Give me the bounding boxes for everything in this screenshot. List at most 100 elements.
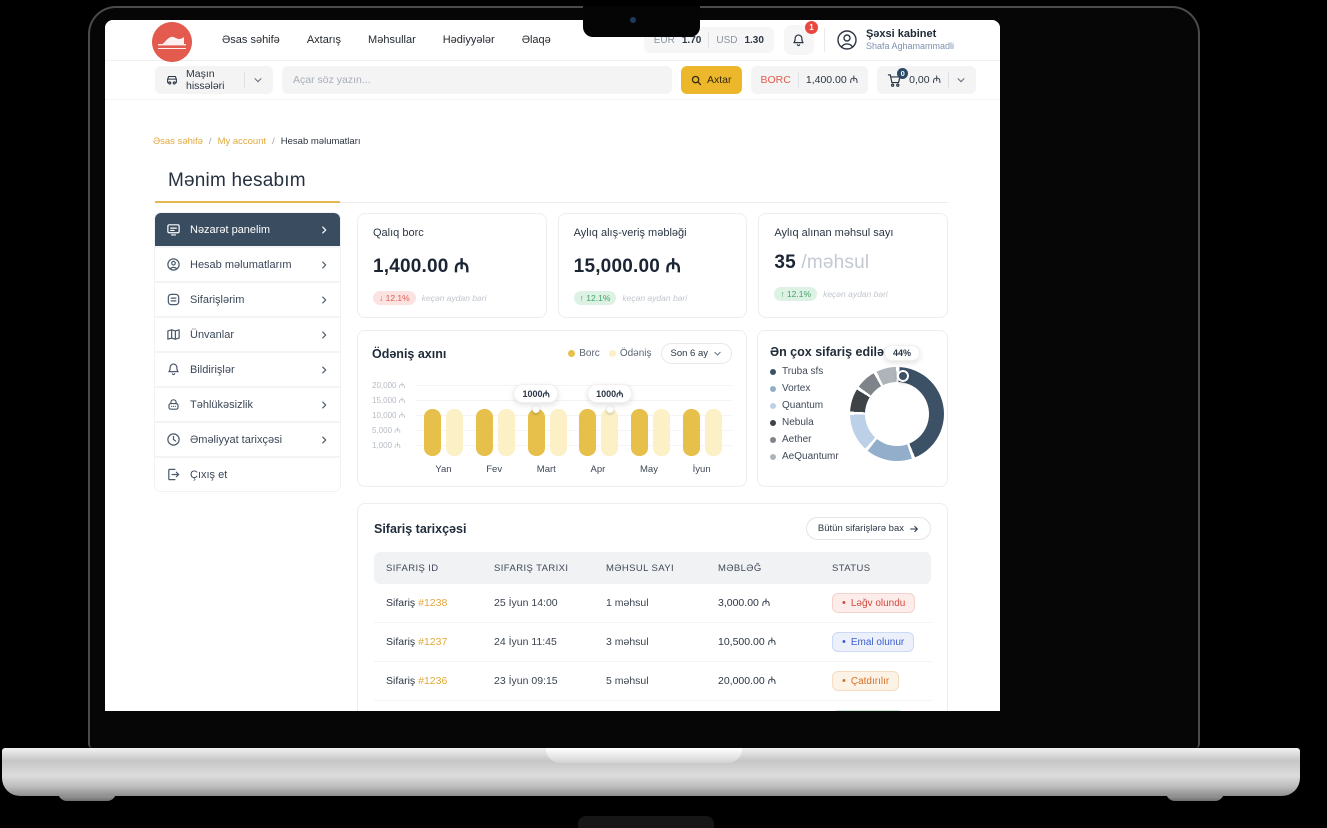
sidebar-item-account-info[interactable]: Hesab məlumatlarım xyxy=(155,248,340,283)
trend-up-badge: ↑ 12.1% xyxy=(774,287,817,301)
bar-Ödəniş[interactable] xyxy=(498,409,515,456)
stage-background: Əsas səhifə Axtarış Məhsullar Hədiyyələr… xyxy=(0,0,1327,828)
stat-unit: /məhsul xyxy=(801,252,869,273)
chevron-right-icon xyxy=(319,365,329,375)
order-date: 24 İyun 11:45 xyxy=(494,636,606,648)
chevron-right-icon xyxy=(319,260,329,270)
trend-down-badge: ↓ 12.1% xyxy=(373,291,416,305)
view-all-orders-button[interactable]: Bütün sifarişlərə bax xyxy=(806,517,931,540)
cart-widget[interactable]: 0 0,00 ₼ xyxy=(877,66,976,94)
account-menu[interactable]: Şəxsi kabinet Shafa Aghamammadli xyxy=(835,28,954,53)
sidebar-item-label: Bildirişlər xyxy=(190,364,235,376)
bar-marker-dot xyxy=(533,406,540,413)
bar-legend-dot xyxy=(568,350,575,357)
sidebar-item-addresses[interactable]: Ünvanlar xyxy=(155,318,340,353)
y-axis-tick: 10,000 ₼ xyxy=(372,410,416,421)
order-prefix: Sifariş xyxy=(386,675,415,687)
bar-Ödəniş[interactable]: 1000₼ xyxy=(601,409,618,456)
divider xyxy=(824,28,825,52)
sidebar-item-history[interactable]: Əməliyyat tarixçəsi xyxy=(155,423,340,458)
search-button[interactable]: Axtar xyxy=(681,66,742,94)
breadcrumb-home[interactable]: Əsas səhifə xyxy=(153,136,203,147)
sidebar-item-dashboard[interactable]: Nəzarət panelim xyxy=(155,213,340,248)
brand-logo[interactable] xyxy=(152,22,192,62)
sidebar-item-security[interactable]: Təhlükəsizlik xyxy=(155,388,340,423)
chevron-right-icon xyxy=(319,330,329,340)
webcam-icon xyxy=(630,17,636,23)
order-id-link[interactable]: #1237 xyxy=(418,636,447,648)
bar-Ödəniş[interactable] xyxy=(705,409,722,456)
chevron-down-icon[interactable] xyxy=(956,75,966,85)
order-id-link[interactable]: #1238 xyxy=(418,597,447,609)
map-icon xyxy=(166,327,181,342)
legend-item-borc: Borc xyxy=(568,348,600,359)
debt-indicator[interactable]: BORC 1,400.00 ₼ xyxy=(751,66,869,94)
bar-Borc[interactable]: 1000₼ xyxy=(528,409,545,456)
bar-Borc[interactable] xyxy=(631,409,648,456)
donut-legend-item: AeQuantumr xyxy=(770,448,839,465)
laptop-lid-groove xyxy=(546,748,742,763)
menu-item-gifts[interactable]: Hədiyyələr xyxy=(443,34,495,46)
bell-icon xyxy=(166,362,181,377)
table-row[interactable]: Sifariş #1237 24 İyun 11:45 3 məhsul 10,… xyxy=(374,623,931,662)
order-amount: 20,000.00 ₼ xyxy=(718,674,832,688)
bar-Borc[interactable] xyxy=(579,409,596,456)
donut-legend-item: Quantum xyxy=(770,397,839,414)
table-row[interactable]: Sifariş #1236 23 İyun 09:15 5 məhsul 20,… xyxy=(374,662,931,701)
status-badge-delivered xyxy=(832,710,904,711)
sidebar-item-logout[interactable]: Çıxış et xyxy=(155,458,340,491)
payment-flow-chart-card: Ödəniş axını Borc Ödəniş Son 6 ay xyxy=(357,330,747,487)
column-header: MƏHSUL SAYI xyxy=(606,563,718,574)
notifications-button[interactable]: 1 xyxy=(784,25,814,55)
donut-legend: Truba sfs Vortex Quantum Nebula Aether A… xyxy=(770,363,839,465)
stat-label: Qalıq borc xyxy=(373,227,531,239)
category-select[interactable]: Maşın hissələri xyxy=(155,66,273,94)
bar-groups: 1000₼ 1000₼ xyxy=(418,378,728,456)
menu-item-products[interactable]: Məhsullar xyxy=(368,34,416,46)
trend-up-badge: ↑ 12.1% xyxy=(574,291,617,305)
category-label: Maşın hissələri xyxy=(186,68,237,92)
order-amount: 10,500.00 ₼ xyxy=(718,635,832,649)
donut-hole xyxy=(865,382,929,446)
sidebar-item-notifications[interactable]: Bildirişlər xyxy=(155,353,340,388)
donut-ring[interactable] xyxy=(850,367,944,461)
search-input[interactable] xyxy=(282,66,672,94)
debt-amount: 1,400.00 ₼ xyxy=(806,73,858,87)
menu-item-contact[interactable]: Əlaqə xyxy=(522,34,551,46)
bar-Borc[interactable] xyxy=(683,409,700,456)
sidebar-item-orders[interactable]: Sifarişlərim xyxy=(155,283,340,318)
page-title: Mənim hesabım xyxy=(168,170,306,192)
donut-legend-dot xyxy=(770,437,776,443)
stat-note: keçən aydan bəri xyxy=(622,293,687,303)
bar-group xyxy=(476,409,515,456)
menu-item-search[interactable]: Axtarış xyxy=(307,34,341,46)
breadcrumb-separator: / xyxy=(209,136,212,147)
y-axis-tick: 5,000 ₼ xyxy=(372,425,416,436)
table-row-partial[interactable] xyxy=(374,701,931,711)
chevron-right-icon xyxy=(319,400,329,410)
table-row[interactable]: Sifariş #1238 25 İyun 14:00 1 məhsul 3,0… xyxy=(374,584,931,623)
bar-Ödəniş[interactable] xyxy=(446,409,463,456)
donut-tooltip: 44% xyxy=(884,345,920,361)
bar-Ödəniş[interactable] xyxy=(653,409,670,456)
period-filter-dropdown[interactable]: Son 6 ay xyxy=(661,343,733,364)
menu-item-home[interactable]: Əsas səhifə xyxy=(222,34,280,46)
chevron-down-icon xyxy=(713,349,722,358)
column-header: MƏBLƏĞ xyxy=(718,563,832,574)
bar-Borc[interactable] xyxy=(476,409,493,456)
bar-Borc[interactable] xyxy=(424,409,441,456)
chevron-down-icon xyxy=(253,75,263,85)
divider xyxy=(244,72,245,88)
breadcrumb-my-account[interactable]: My account xyxy=(218,136,267,147)
laptop-notch xyxy=(583,6,700,37)
bar-group xyxy=(631,409,670,456)
account-texts: Şəxsi kabinet Shafa Aghamammadli xyxy=(866,28,954,53)
order-id-link[interactable]: #1236 xyxy=(418,675,447,687)
bar-Ödəniş[interactable] xyxy=(550,409,567,456)
cart-total: 0,00 ₼ xyxy=(909,73,941,87)
divider xyxy=(708,32,709,48)
status-badge-processing: Emal olunur xyxy=(832,632,914,652)
usd-label: USD xyxy=(716,35,737,46)
account-sidebar: Nəzarət panelim Hesab məlumatlarım Sifar xyxy=(155,213,340,491)
donut-legend-dot xyxy=(770,403,776,409)
